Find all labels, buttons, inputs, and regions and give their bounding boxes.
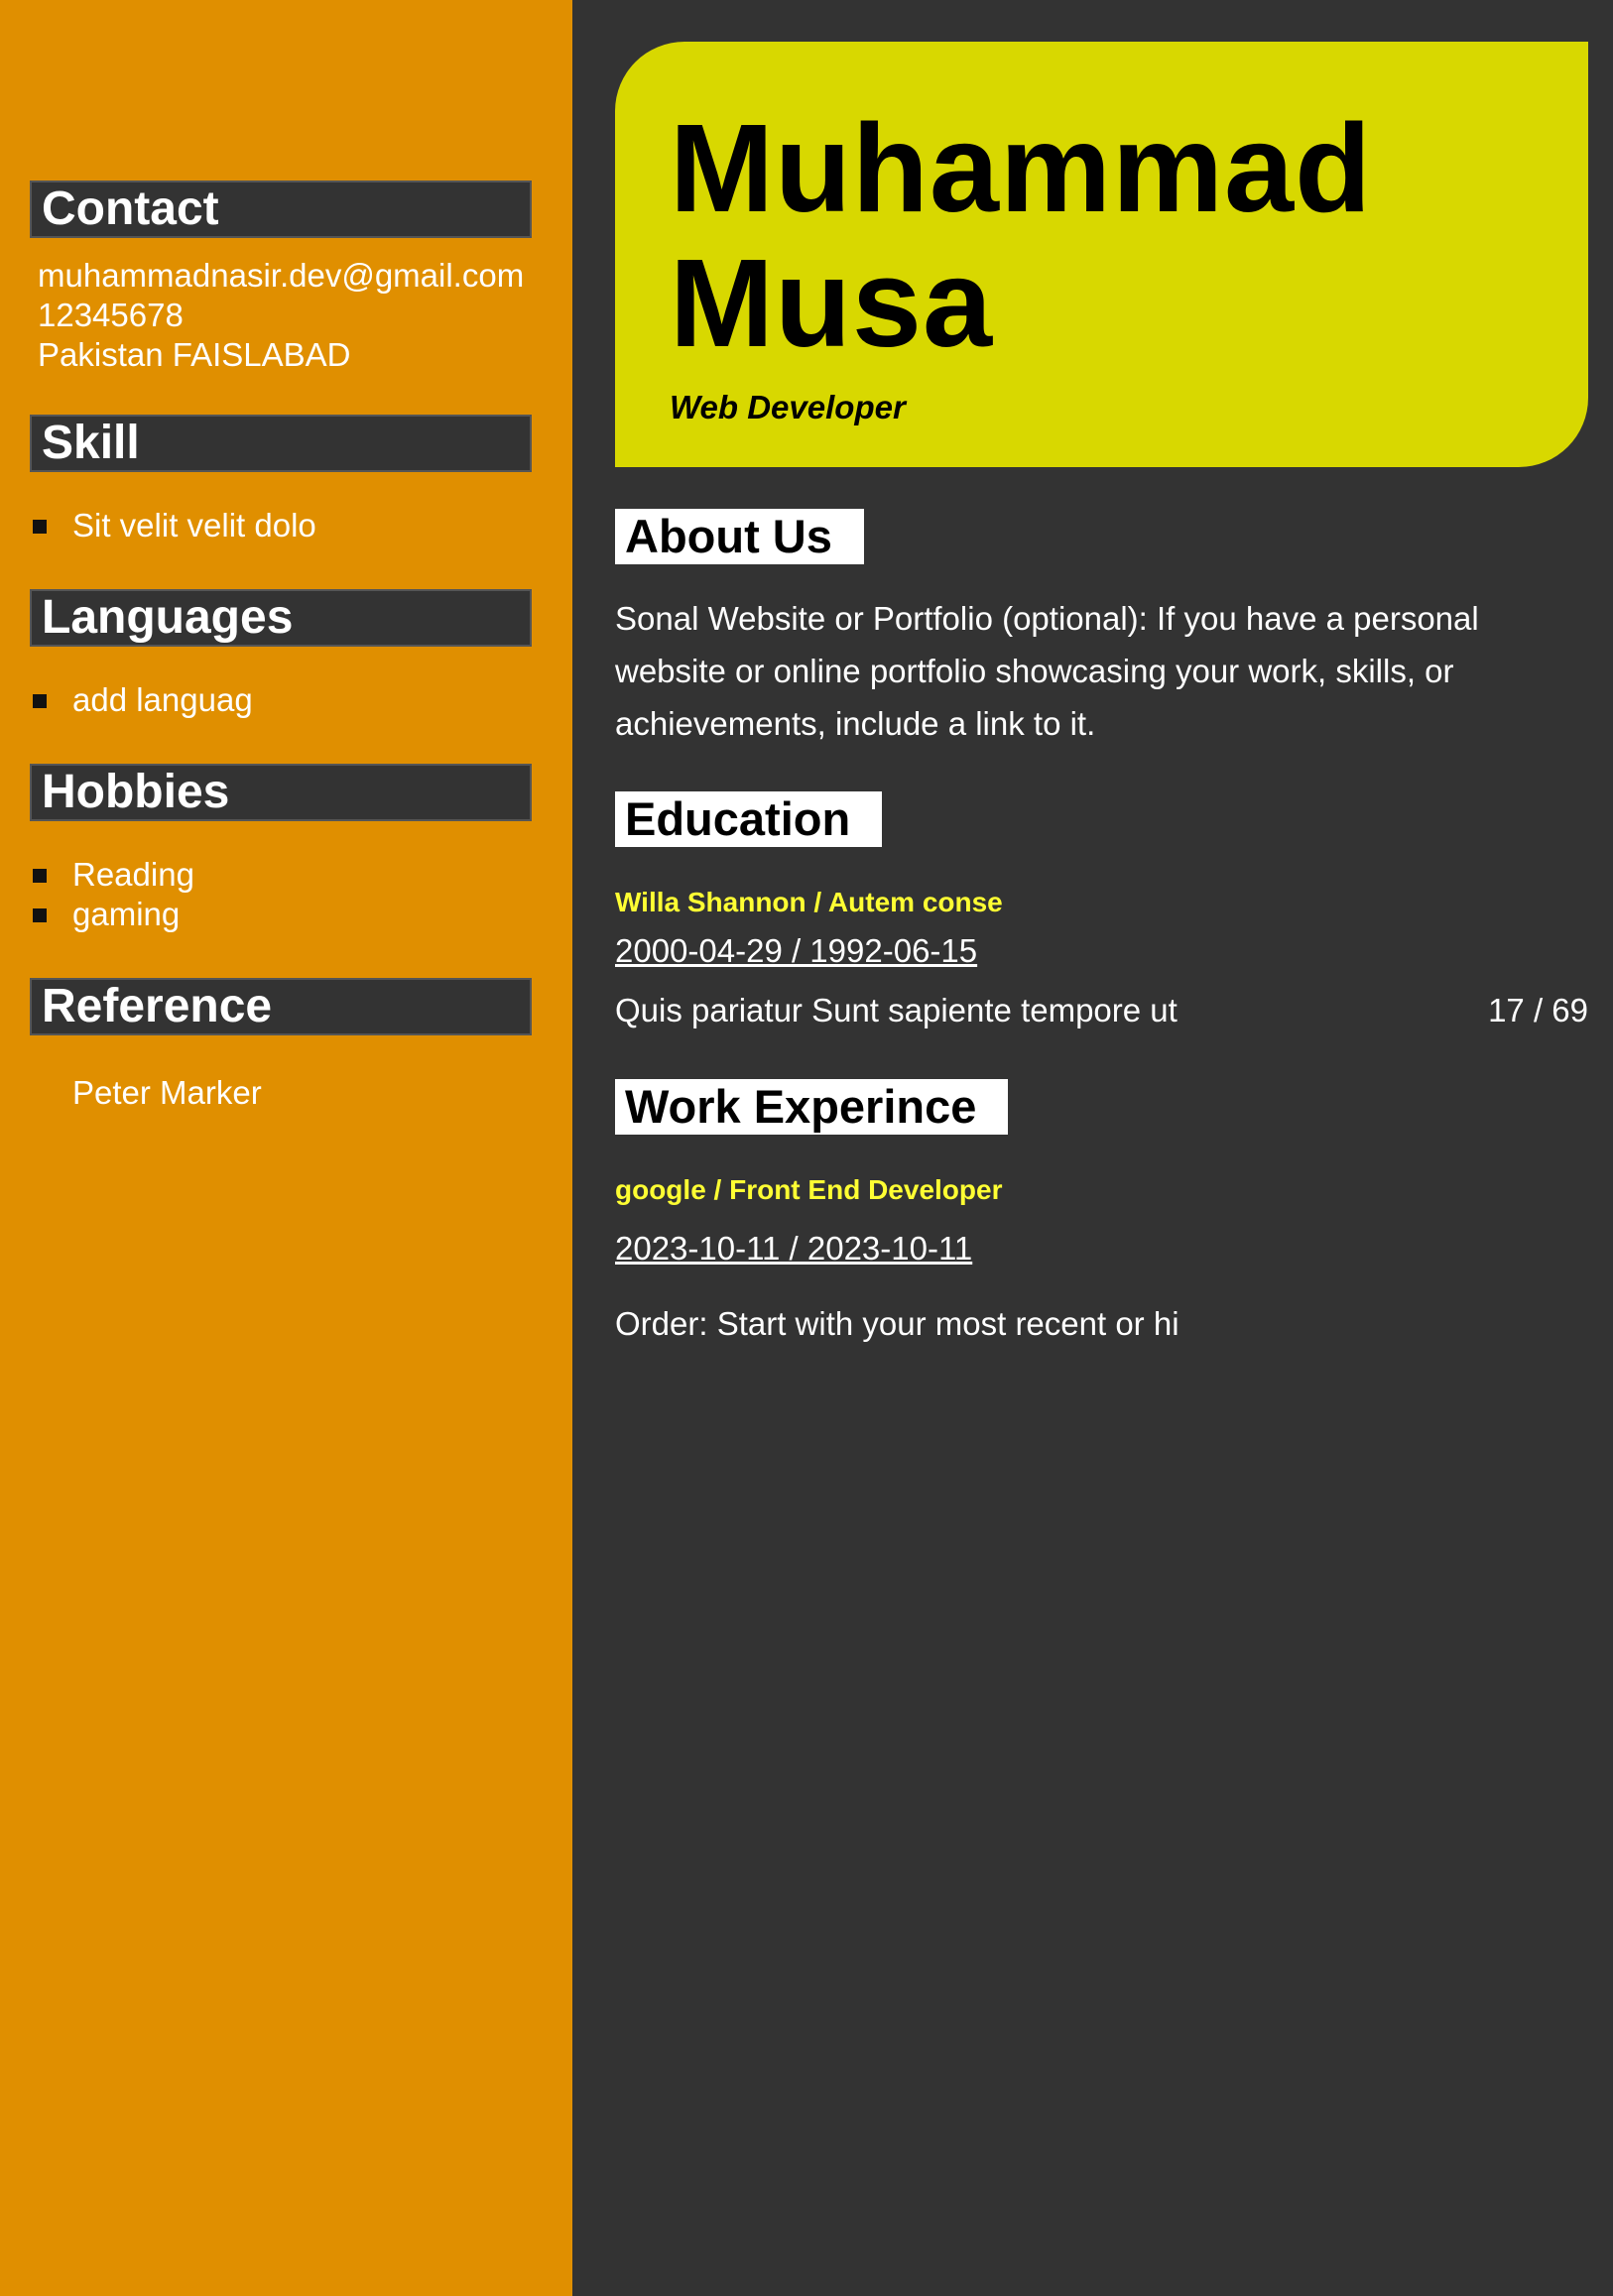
languages-list: add languag <box>30 680 572 720</box>
sidebar: Contact muhammadnasir.dev@gmail.com 1234… <box>0 0 572 2296</box>
hobby-label: gaming <box>72 896 181 932</box>
education-entry-title: Willa Shannon / Autem conse <box>615 887 1003 917</box>
hobby-label: Reading <box>72 856 194 893</box>
reference-list: Peter Marker <box>30 1073 572 1113</box>
work-section: Work Experince google / Front End Develo… <box>615 1079 1588 1343</box>
education-section: Education Willa Shannon / Autem conse 20… <box>615 791 1588 1029</box>
hobbies-heading: Hobbies <box>30 764 532 821</box>
bullet-square-icon <box>33 694 47 708</box>
hobby-item: Reading <box>30 855 572 895</box>
reference-item: Peter Marker <box>72 1074 262 1111</box>
education-entry-row: Quis pariatur Sunt sapiente tempore ut 1… <box>615 992 1588 1029</box>
education-entry-dates: 2000-04-29 / 1992-06-15 <box>615 932 978 969</box>
language-item: add languag <box>30 680 572 720</box>
contact-details: muhammadnasir.dev@gmail.com 12345678 Pak… <box>38 256 572 375</box>
about-section: About Us Sonal Website or Portfolio (opt… <box>615 509 1588 750</box>
work-heading: Work Experince <box>615 1079 1009 1135</box>
bullet-square-icon <box>33 869 47 883</box>
languages-heading: Languages <box>30 589 532 647</box>
contact-email: muhammadnasir.dev@gmail.com <box>38 257 525 294</box>
hobbies-list: Reading gaming <box>30 855 572 934</box>
work-entry-description: Order: Start with your most recent or hi <box>615 1305 1179 1342</box>
contact-phone: 12345678 <box>38 297 184 333</box>
name-banner: Muhammad Musa Web Developer <box>615 42 1588 467</box>
main-content: Muhammad Musa Web Developer About Us Son… <box>572 0 1613 2296</box>
last-name: Musa <box>670 233 994 373</box>
contact-heading: Contact <box>30 181 532 238</box>
skill-heading: Skill <box>30 415 532 472</box>
skill-list: Sit velit velit dolo <box>30 506 572 545</box>
resume-page: Contact muhammadnasir.dev@gmail.com 1234… <box>0 0 1613 2296</box>
education-entry-description: Quis pariatur Sunt sapiente tempore ut <box>615 992 1178 1028</box>
language-label: add languag <box>72 681 253 718</box>
reference-heading: Reference <box>30 978 532 1035</box>
work-entry-title: google / Front End Developer <box>615 1174 1003 1205</box>
skill-label: Sit velit velit dolo <box>72 507 316 544</box>
contact-location: Pakistan FAISLABAD <box>38 336 351 373</box>
job-title: Web Developer <box>670 389 906 425</box>
hobby-item: gaming <box>30 895 572 934</box>
bullet-square-icon <box>33 908 47 922</box>
about-text: Sonal Website or Portfolio (optional): I… <box>615 600 1479 742</box>
about-heading: About Us <box>615 509 864 564</box>
education-heading: Education <box>615 791 883 847</box>
education-entry-score: 17 / 69 <box>1488 992 1588 1028</box>
work-entry-dates: 2023-10-11 / 2023-10-11 <box>615 1230 973 1267</box>
bullet-square-icon <box>33 520 47 534</box>
skill-item: Sit velit velit dolo <box>30 506 572 545</box>
first-name: Muhammad <box>670 98 1373 238</box>
